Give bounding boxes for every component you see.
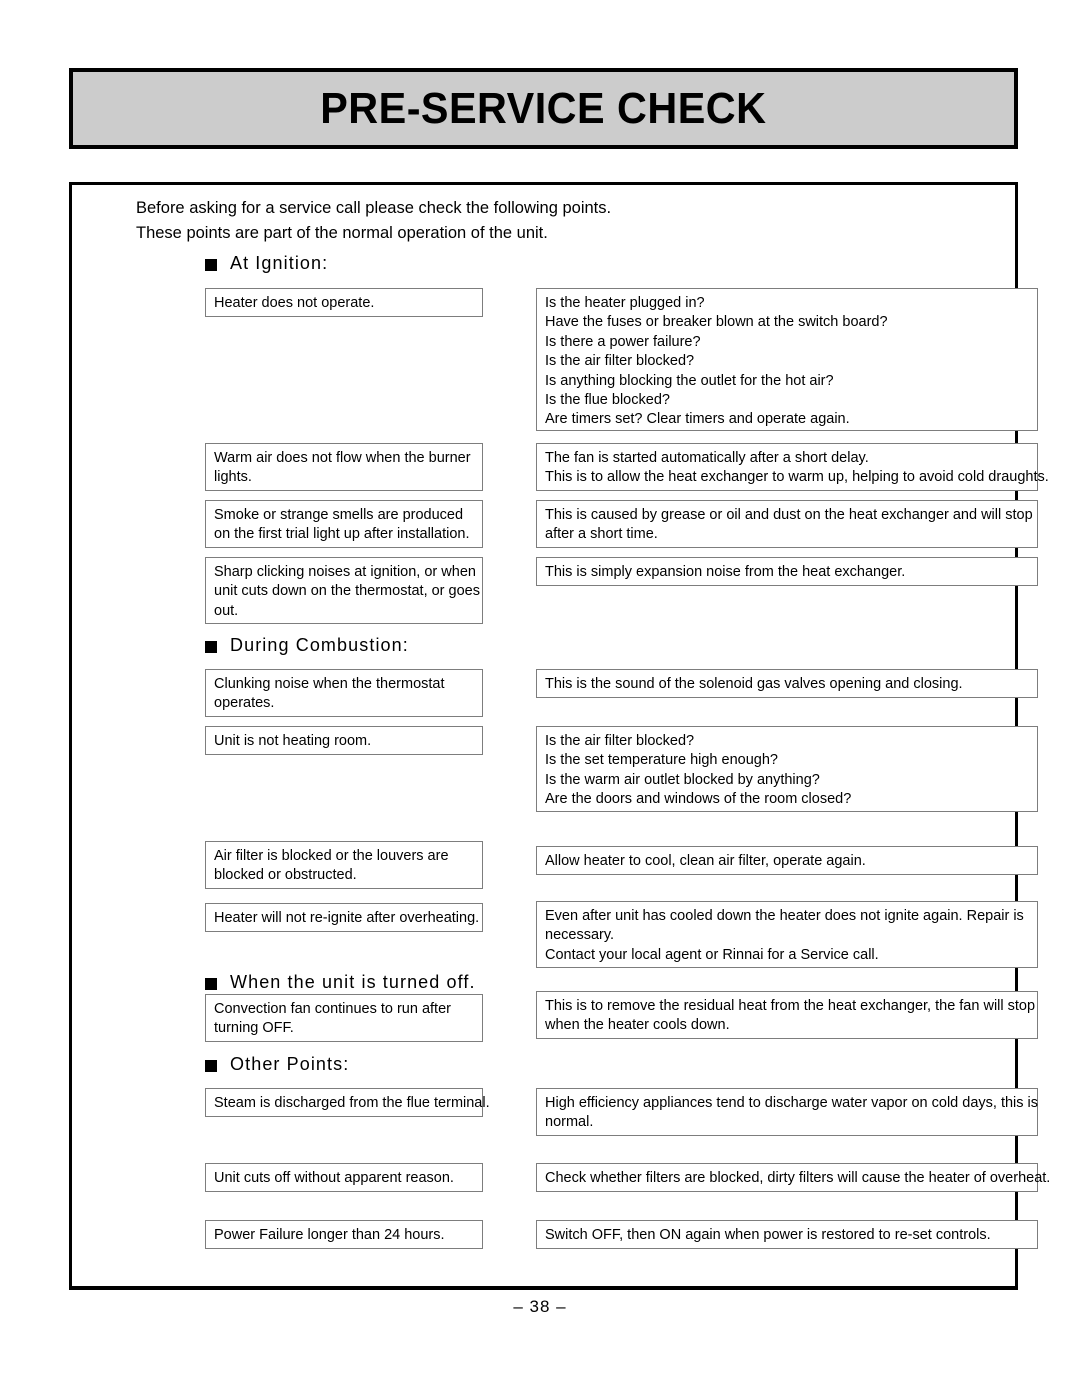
remedy-line: This is simply expansion noise from the …: [545, 564, 906, 580]
section-heading-label: At Ignition:: [230, 253, 329, 273]
section-heading: At Ignition:: [205, 253, 328, 274]
remedy-line: Is the warm air outlet blocked by anythi…: [545, 771, 820, 788]
remedy-line: Is the set temperature high enough?: [545, 752, 778, 769]
symptom-line: on the first trial light up after instal…: [214, 526, 470, 543]
symptom-box: Steam is discharged from the flue termin…: [205, 1088, 490, 1117]
intro-line-2: These points are part of the normal oper…: [136, 224, 548, 242]
symptom-box: Warm air does not flow when the burner li…: [205, 443, 483, 491]
remedy-box: High efficiency appliances tend to disch…: [536, 1088, 1038, 1136]
section-heading-label: During Combustion:: [230, 635, 409, 655]
remedy-box: The fan is started automatically after a…: [536, 443, 1049, 491]
symptom-box: Heater will not re-ignite after overheat…: [205, 903, 483, 932]
symptom-line: Unit cuts off without apparent reason.: [214, 1170, 454, 1186]
bullet-square-icon: [205, 1059, 217, 1072]
symptom-box: Unit is not heating room.: [205, 726, 483, 755]
remedy-line: after a short time.: [545, 526, 658, 543]
symptom-line: out.: [214, 602, 239, 619]
symptom-line: Air filter is blocked or the louvers are: [214, 848, 449, 864]
remedy-line: Have the fuses or breaker blown at the s…: [545, 314, 888, 331]
remedy-box: This is to remove the residual heat from…: [536, 991, 1038, 1039]
remedy-line: Is the heater plugged in?: [545, 295, 705, 311]
remedy-box: This is the sound of the solenoid gas va…: [536, 669, 1038, 698]
remedy-line: Switch OFF, then ON again when power is …: [545, 1227, 991, 1243]
intro-line-1: Before asking for a service call please …: [136, 199, 612, 217]
remedy-box: Is the air filter blocked? Is the set tem…: [536, 726, 1038, 812]
remedy-box: Allow heater to cool, clean air filter, …: [536, 846, 1038, 875]
symptom-box: Heater does not operate.: [205, 288, 483, 317]
symptom-line: unit cuts down on the thermostat, or goe…: [214, 583, 480, 600]
symptom-line: Smoke or strange smells are produced: [214, 507, 464, 523]
symptom-line: Convection fan continues to run after: [214, 1001, 451, 1017]
remedy-line: Contact your local agent or Rinnai for a…: [545, 946, 879, 963]
remedy-line: Are timers set? Clear timers and operate…: [545, 411, 850, 428]
symptom-line: Clunking noise when the thermostat: [214, 676, 445, 692]
symptom-line: Steam is discharged from the flue termin…: [214, 1095, 490, 1111]
intro-paragraph: Before asking for a service call please …: [136, 196, 611, 246]
symptom-box: Convection fan continues to run after tur…: [205, 994, 483, 1042]
symptom-box: Clunking noise when the thermostat operat…: [205, 669, 483, 717]
content-frame: Before asking for a service call please …: [69, 182, 1050, 1290]
remedy-box: Is the heater plugged in? Have the fuses …: [536, 288, 1038, 431]
remedy-line: High efficiency appliances tend to disch…: [545, 1095, 1039, 1111]
remedy-line: Even after unit has cooled down the heat…: [545, 908, 1024, 924]
remedy-line: Is the air filter blocked?: [545, 353, 695, 370]
symptom-line: Warm air does not flow when the burner: [214, 450, 471, 466]
remedy-line: Is the flue blocked?: [545, 392, 670, 409]
section-heading: Other Points:: [205, 1054, 349, 1075]
remedy-line: normal.: [545, 1114, 594, 1131]
remedy-line: This is the sound of the solenoid gas va…: [545, 676, 963, 692]
remedy-line: This is to remove the residual heat from…: [545, 998, 1036, 1014]
remedy-line: Is there a power failure?: [545, 333, 701, 350]
symptom-line: Unit is not heating room.: [214, 733, 372, 749]
remedy-box: Even after unit has cooled down the heat…: [536, 901, 1038, 968]
remedy-line: Is anything blocking the outlet for the …: [545, 372, 834, 389]
footer-rule: [69, 1286, 1018, 1289]
page-title: PRE-SERVICE CHECK: [320, 83, 767, 133]
bullet-square-icon: [205, 977, 217, 990]
bullet-square-icon: [205, 640, 217, 653]
section-heading: During Combustion:: [205, 635, 409, 656]
remedy-line: This is caused by grease or oil and dust…: [545, 507, 1033, 523]
symptom-line: Heater will not re-ignite after overheat…: [214, 910, 480, 926]
section-heading-label: Other Points:: [230, 1054, 350, 1074]
symptom-line: operates.: [214, 695, 275, 712]
symptom-box: Smoke or strange smells are produced on t…: [205, 500, 483, 548]
bullet-square-icon: [205, 258, 217, 271]
symptom-line: lights.: [214, 469, 252, 486]
remedy-line: Allow heater to cool, clean air filter, …: [545, 853, 866, 869]
remedy-line: This is to allow the heat exchanger to w…: [545, 469, 1049, 486]
symptom-box: Power Failure longer than 24 hours.: [205, 1220, 483, 1249]
remedy-box: Switch OFF, then ON again when power is …: [536, 1220, 1038, 1249]
remedy-line: when the heater cools down.: [545, 1017, 730, 1034]
remedy-line: The fan is started automatically after a…: [545, 450, 869, 466]
section-heading-label: When the unit is turned off.: [230, 972, 476, 992]
section-heading: When the unit is turned off.: [205, 972, 476, 993]
remedy-box: This is caused by grease or oil and dust…: [536, 500, 1038, 548]
symptom-line: turning OFF.: [214, 1020, 294, 1037]
page-number: – 38 –: [513, 1297, 567, 1316]
remedy-line: Check whether filters are blocked, dirty…: [545, 1170, 1051, 1186]
symptom-line: Heater does not operate.: [214, 295, 375, 311]
remedy-line: necessary.: [545, 927, 615, 944]
remedy-box: This is simply expansion noise from the …: [536, 557, 1038, 586]
symptom-box: Air filter is blocked or the louvers are…: [205, 841, 483, 889]
symptom-box: Sharp clicking noises at ignition, or wh…: [205, 557, 483, 624]
symptom-line: Power Failure longer than 24 hours.: [214, 1227, 445, 1243]
remedy-box: Check whether filters are blocked, dirty…: [536, 1163, 1051, 1192]
remedy-line: Is the air filter blocked?: [545, 733, 695, 749]
remedy-line: Are the doors and windows of the room cl…: [545, 791, 852, 808]
symptom-line: blocked or obstructed.: [214, 867, 357, 884]
page-title-banner: PRE-SERVICE CHECK: [69, 68, 1018, 149]
symptom-box: Unit cuts off without apparent reason.: [205, 1163, 483, 1192]
symptom-line: Sharp clicking noises at ignition, or wh…: [214, 564, 476, 580]
